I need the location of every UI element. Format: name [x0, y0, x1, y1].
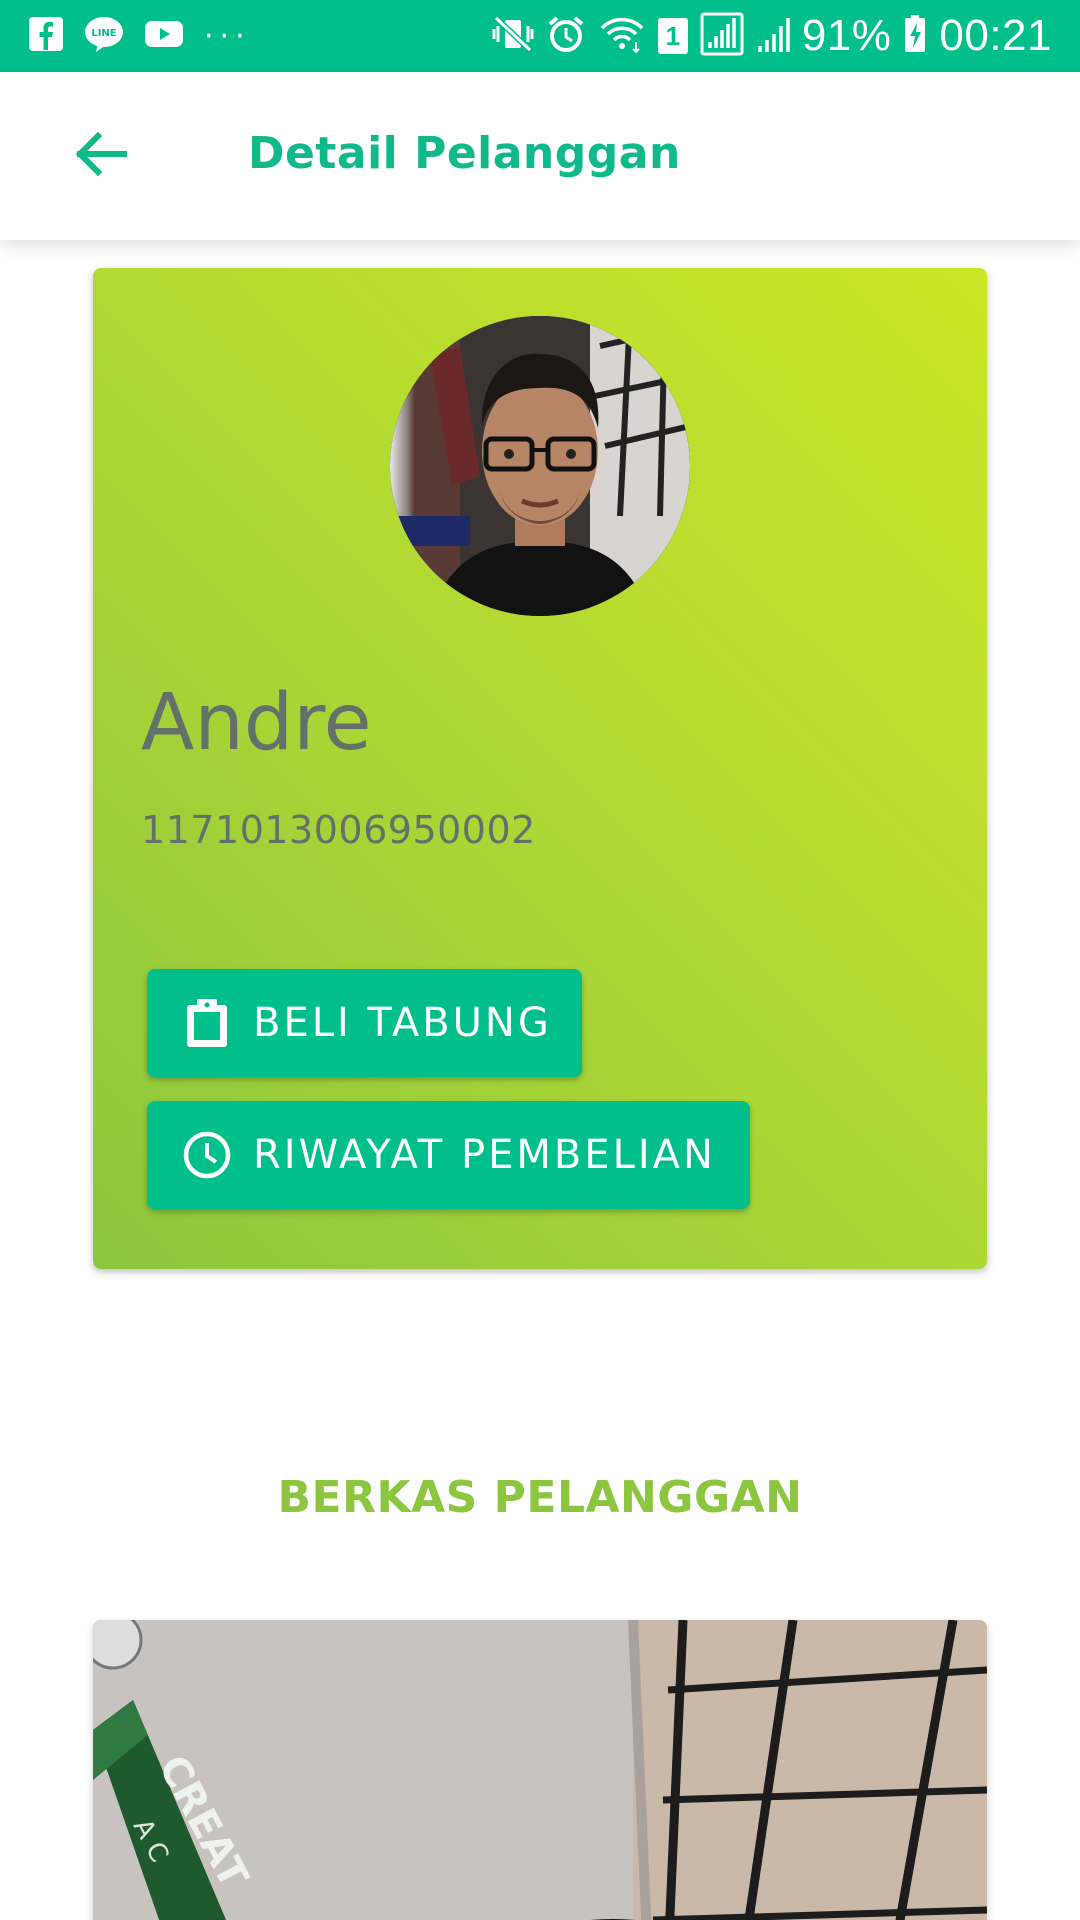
customer-name: Andre — [141, 678, 372, 768]
facebook-icon — [28, 16, 64, 57]
app-bar: Detail Pelanggan — [0, 72, 1080, 240]
customer-document-image[interactable]: CREAT A C — [93, 1620, 987, 1920]
sim-badge: 1 — [657, 18, 688, 54]
customer-profile-card: Andre 1171013006950002 BELI TABUNG RIWAY… — [93, 268, 987, 1269]
customer-id-number: 1171013006950002 — [141, 808, 536, 852]
back-button[interactable] — [60, 120, 140, 192]
page-title: Detail Pelanggan — [248, 128, 681, 179]
line-icon: LINE — [84, 15, 124, 58]
clipboard-icon — [181, 997, 233, 1049]
clock-icon — [181, 1129, 233, 1181]
customer-avatar — [390, 316, 690, 616]
riwayat-pembelian-button[interactable]: RIWAYAT PEMBELIAN — [147, 1101, 750, 1209]
vibrate-mute-icon — [492, 14, 534, 59]
svg-text:LINE: LINE — [91, 28, 116, 39]
beli-tabung-button[interactable]: BELI TABUNG — [147, 969, 582, 1077]
arrow-back-icon — [72, 130, 128, 183]
youtube-icon — [144, 19, 184, 54]
riwayat-pembelian-label: RIWAYAT PEMBELIAN — [253, 1132, 716, 1178]
wifi-icon — [598, 14, 646, 59]
alarm-icon — [546, 14, 586, 59]
more-notifications-indicator: ··· — [204, 18, 251, 54]
battery-percent: 91% — [801, 11, 892, 60]
document-photo: CREAT A C — [93, 1620, 987, 1920]
status-bar-notifications: LINE ··· — [28, 14, 251, 58]
customer-photo — [390, 316, 690, 616]
signal-strength-icon — [700, 12, 744, 61]
status-bar: LINE ··· 1 91% 00:21 — [0, 0, 1080, 72]
berkas-pelanggan-heading: BERKAS PELANGGAN — [277, 1472, 803, 1523]
battery-charging-icon — [903, 14, 927, 59]
clock: 00:21 — [939, 11, 1052, 60]
status-bar-system: 1 91% 00:21 — [492, 10, 1052, 62]
beli-tabung-label: BELI TABUNG — [253, 1000, 552, 1046]
signal-strength-2-icon — [756, 14, 790, 59]
